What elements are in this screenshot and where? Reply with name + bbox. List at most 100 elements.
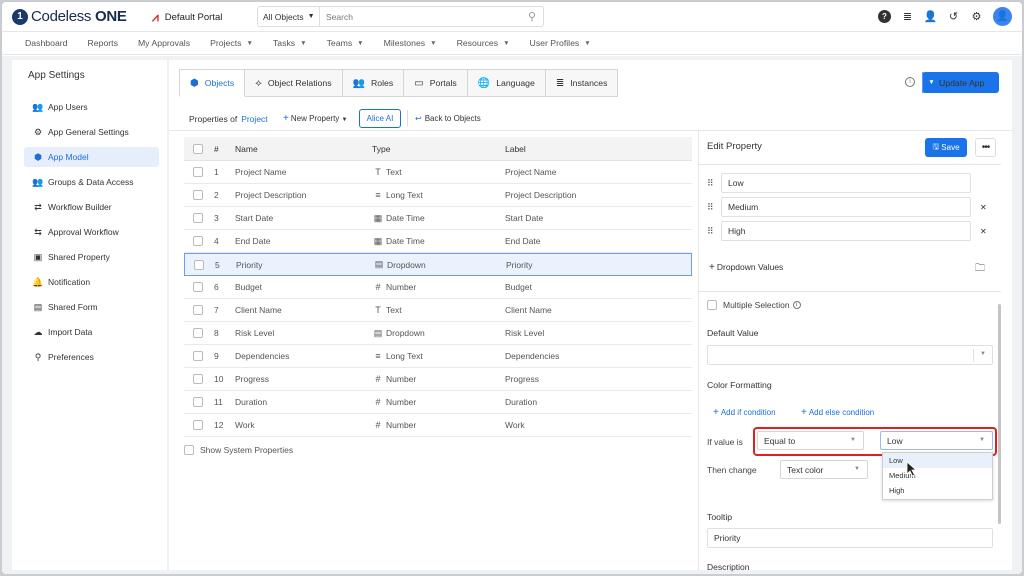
add-user-icon[interactable]: 👤 <box>924 10 938 23</box>
portal-selector[interactable]: ⩘ Default Portal <box>152 10 222 25</box>
history-icon[interactable]: ↺ <box>947 10 960 23</box>
row-checkbox[interactable] <box>193 351 203 361</box>
sidebar-item[interactable]: ⚙ App General Settings <box>24 122 159 142</box>
multiple-selection[interactable]: Multiple Selection i <box>707 300 801 310</box>
close-icon[interactable]: ✕ <box>980 227 987 236</box>
nav-item[interactable]: Teams ▼ <box>327 38 364 48</box>
header-label[interactable]: Label <box>505 144 692 154</box>
folder-add-icon[interactable]: 🗀 <box>975 261 985 278</box>
row-checkbox[interactable] <box>193 374 203 384</box>
sidebar-item[interactable]: ▣ Shared Property <box>24 247 159 267</box>
info-icon[interactable]: i <box>905 77 915 87</box>
sidebar-item[interactable]: ⇄ Workflow Builder <box>24 197 159 217</box>
nav-item[interactable]: Tasks ▼ <box>273 38 307 48</box>
save-button[interactable]: 🖫 Save <box>925 138 967 157</box>
sidebar-item[interactable]: 👥 App Users <box>24 97 159 117</box>
alice-ai-button[interactable]: Alice AI <box>359 109 401 128</box>
multiple-selection-checkbox[interactable] <box>707 300 717 310</box>
row-checkbox[interactable] <box>194 259 204 270</box>
table-row[interactable]: 12 Work # Number Work <box>184 414 692 437</box>
info-icon[interactable]: i <box>792 301 801 309</box>
database-icon[interactable]: ≣ <box>901 10 914 23</box>
update-app-button[interactable]: Update App ▼ <box>922 72 999 93</box>
table-row[interactable]: 3 Start Date ▦ Date Time Start Date <box>184 207 692 230</box>
table-row[interactable]: 4 End Date ▦ Date Time End Date <box>184 230 692 253</box>
header-type[interactable]: Type <box>372 144 505 154</box>
more-options-button[interactable]: ••• <box>975 138 996 157</box>
option-medium[interactable]: Medium <box>883 468 992 483</box>
help-icon[interactable]: ? <box>878 10 891 23</box>
tab-roles[interactable]: 👥 Roles <box>342 69 405 97</box>
nav-item[interactable]: Projects ▼ <box>210 38 253 48</box>
table-row[interactable]: 8 Risk Level ▤ Dropdown Risk Level <box>184 322 692 345</box>
row-checkbox[interactable] <box>193 397 203 407</box>
table-row[interactable]: 6 Budget # Number Budget <box>184 276 692 299</box>
row-checkbox[interactable] <box>193 282 203 292</box>
drag-handle-icon[interactable]: ⠿ <box>707 226 715 237</box>
row-checkbox[interactable] <box>193 167 203 177</box>
new-property-button[interactable]: + New Property ▼ <box>283 113 348 124</box>
grid-header: # Name Type Label <box>184 137 692 161</box>
show-system-checkbox[interactable] <box>184 445 194 455</box>
tab-portals[interactable]: ▭ Portals <box>404 69 468 97</box>
nav-item[interactable]: Dashboard <box>25 38 68 48</box>
sidebar-item[interactable]: ☁ Import Data <box>24 322 159 342</box>
table-row[interactable]: 10 Progress # Number Progress <box>184 368 692 391</box>
table-row[interactable]: 7 Client Name T Text Client Name <box>184 299 692 322</box>
dropdown-value-input[interactable]: Low <box>721 173 971 193</box>
object-link[interactable]: Project <box>241 114 267 124</box>
nav-item[interactable]: Milestones ▼ <box>384 38 437 48</box>
tab-language[interactable]: 🌐 Language <box>467 69 546 97</box>
search-input[interactable] <box>320 7 521 26</box>
table-row[interactable]: 2 Project Description ≡ Long Text Project De… <box>184 184 692 207</box>
value-select[interactable]: Low ▼ <box>880 431 993 450</box>
panel-scrollbar[interactable] <box>998 304 1001 524</box>
add-else-condition-button[interactable]: + Add else condition <box>801 407 874 418</box>
dropdown-value-input[interactable]: High <box>721 221 971 241</box>
tab-object-relations[interactable]: ⟡ Object Relations <box>245 69 343 97</box>
header-name[interactable]: Name <box>235 144 372 154</box>
row-checkbox[interactable] <box>193 190 203 200</box>
row-checkbox[interactable] <box>193 328 203 338</box>
nav-item[interactable]: Reports <box>88 38 118 48</box>
operator-select[interactable]: Equal to ▼ <box>757 431 864 450</box>
sidebar-item[interactable]: 👥 Groups & Data Access <box>24 172 159 192</box>
tab-objects[interactable]: ⬢ Objects <box>179 69 246 97</box>
table-row[interactable]: 5 Priority ▤ Dropdown Priority <box>184 253 692 276</box>
sidebar-item[interactable]: ▤ Shared Form <box>24 297 159 317</box>
row-checkbox[interactable] <box>193 236 203 246</box>
row-checkbox[interactable] <box>193 305 203 315</box>
drag-handle-icon[interactable]: ⠿ <box>707 202 715 213</box>
sidebar-item[interactable]: ⬢ App Model <box>24 147 159 167</box>
logo[interactable]: 1 Codeless ONE <box>12 8 127 25</box>
sidebar-item[interactable]: ⚲ Preferences <box>24 347 159 367</box>
show-system-properties[interactable]: Show System Properties <box>184 445 293 455</box>
tooltip-input[interactable]: Priority <box>707 528 993 548</box>
default-value-select[interactable]: ▼ <box>707 345 993 365</box>
table-row[interactable]: 1 Project Name T Text Project Name <box>184 161 692 184</box>
close-icon[interactable]: ✕ <box>980 203 987 212</box>
search-icon[interactable]: ⚲ <box>521 7 543 26</box>
row-checkbox[interactable] <box>193 213 203 223</box>
add-dropdown-values-button[interactable]: + Dropdown Values <box>709 262 783 273</box>
search-scope-select[interactable]: All Objects ▼ <box>258 7 320 26</box>
change-target-select[interactable]: Text color ▼ <box>780 460 868 479</box>
back-to-objects-button[interactable]: ↩ Back to Objects <box>415 114 481 123</box>
gear-icon[interactable]: ⚙ <box>970 10 983 23</box>
select-all-checkbox[interactable] <box>193 143 203 154</box>
sidebar-item[interactable]: 🔔 Notification <box>24 272 159 292</box>
nav-item[interactable]: Resources ▼ <box>457 38 510 48</box>
sidebar-item[interactable]: ⇆ Approval Workflow <box>24 222 159 242</box>
option-low[interactable]: Low <box>883 453 992 468</box>
nav-item[interactable]: My Approvals <box>138 38 190 48</box>
add-if-condition-button[interactable]: + Add if condition <box>713 407 776 418</box>
option-high[interactable]: High <box>883 483 992 498</box>
nav-item[interactable]: User Profiles ▼ <box>530 38 591 48</box>
row-checkbox[interactable] <box>193 420 203 430</box>
avatar[interactable]: 👤 <box>993 7 1012 26</box>
table-row[interactable]: 11 Duration # Number Duration <box>184 391 692 414</box>
drag-handle-icon[interactable]: ⠿ <box>707 178 715 189</box>
table-row[interactable]: 9 Dependencies ≡ Long Text Dependencies <box>184 345 692 368</box>
dropdown-value-input[interactable]: Medium <box>721 197 971 217</box>
tab-instances[interactable]: ≣ Instances <box>545 69 619 97</box>
